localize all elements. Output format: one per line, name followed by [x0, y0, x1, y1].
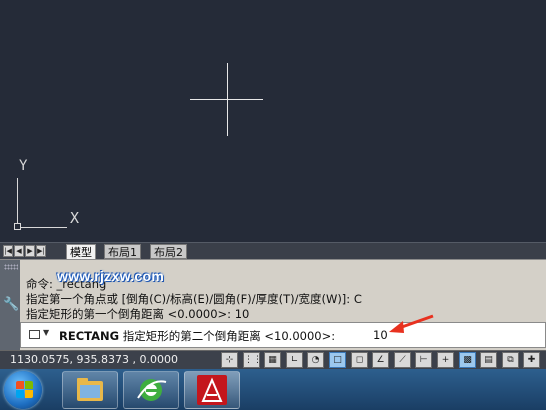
wrench-icon[interactable]: 🔧	[3, 298, 19, 312]
taskbar-file-explorer[interactable]	[62, 371, 118, 409]
first-layout-button[interactable]: |◀	[3, 245, 13, 257]
browser-icon	[137, 379, 167, 401]
folder-icon	[77, 378, 103, 401]
dynamic-ucs-icon[interactable]: ⟋	[394, 352, 411, 368]
status-bar: 1130.0575, 935.8373 , 0.0000 ⊹ ⋮⋮ ▦ ∟ ◔ □ ◻ ∠ ⟋ ⊢…	[0, 350, 546, 369]
command-name: RECTANG	[59, 329, 120, 343]
command-window-grip[interactable]: 🔧	[0, 260, 20, 350]
command-line-icon[interactable]	[29, 330, 40, 339]
tab-model[interactable]: 模型	[66, 244, 96, 259]
command-history-line: 指定矩形的第一个倒角距离 <0.0000>: 10	[26, 307, 250, 321]
ortho-mode-icon[interactable]: ∟	[286, 352, 303, 368]
polar-tracking-icon[interactable]: ◔	[307, 352, 324, 368]
crosshair-cursor-vertical	[227, 63, 228, 136]
3d-object-snap-icon[interactable]: ◻	[351, 352, 368, 368]
drawing-area[interactable]: Y X	[0, 0, 546, 242]
tab-layout1[interactable]: 布局1	[104, 244, 141, 259]
windows-logo-icon	[16, 381, 34, 399]
annotation-arrow-icon	[389, 314, 434, 333]
previous-layout-button[interactable]: ◀	[14, 245, 24, 257]
object-snap-tracking-icon[interactable]: ∠	[372, 352, 389, 368]
command-prompt-text: RECTANG 指定矩形的第二个倒角距离 <10.0000>:	[59, 328, 335, 344]
dynamic-input-icon[interactable]: ⊢	[415, 352, 432, 368]
start-button[interactable]	[4, 371, 42, 409]
ucs-x-axis	[17, 227, 67, 228]
annotation-monitor-icon[interactable]: ✚	[523, 352, 540, 368]
quick-properties-icon[interactable]: ▤	[480, 352, 497, 368]
taskbar-browser[interactable]	[123, 371, 179, 409]
taskbar-autocad[interactable]	[184, 371, 240, 409]
ucs-origin-icon	[14, 223, 21, 230]
ucs-x-label: X	[70, 209, 80, 227]
last-layout-button[interactable]: ▶|	[36, 245, 46, 257]
command-history-line: 指定第一个角点或 [倒角(C)/标高(E)/圆角(F)/厚度(T)/宽度(W)]…	[26, 292, 362, 306]
lineweight-icon[interactable]: +	[437, 352, 454, 368]
chevron-down-icon[interactable]: ▼	[43, 328, 49, 337]
next-layout-button[interactable]: ▶	[25, 245, 35, 257]
layout-tab-bar: |◀ ◀ ▶ ▶| 模型 布局1 布局2	[0, 242, 546, 259]
site-watermark: www.rjzxw.com	[57, 268, 165, 284]
autocad-window: Y X |◀ ◀ ▶ ▶| 模型 布局1 布局2 🔧 命令: _rectang …	[0, 0, 546, 410]
grid-display-icon[interactable]: ▦	[264, 352, 281, 368]
snap-mode-icon[interactable]: ⋮⋮	[243, 352, 262, 368]
command-prompt-message: 指定矩形的第二个倒角距离 <10.0000>:	[122, 329, 336, 343]
ucs-y-axis	[17, 178, 18, 228]
command-prompt[interactable]: ▼ RECTANG 指定矩形的第二个倒角距离 <10.0000>:	[20, 322, 546, 348]
coordinate-readout[interactable]: 1130.0575, 935.8373 , 0.0000	[10, 353, 178, 366]
transparency-icon[interactable]: ▩	[459, 352, 476, 368]
tab-layout2[interactable]: 布局2	[150, 244, 187, 259]
grip-dots-icon	[4, 264, 18, 270]
selection-cycling-icon[interactable]: ⧉	[502, 352, 519, 368]
object-snap-icon[interactable]: □	[329, 352, 346, 368]
infer-constraints-icon[interactable]: ⊹	[221, 352, 238, 368]
windows-taskbar	[0, 369, 546, 410]
ucs-y-label: Y	[19, 158, 28, 174]
autocad-icon	[197, 375, 227, 405]
